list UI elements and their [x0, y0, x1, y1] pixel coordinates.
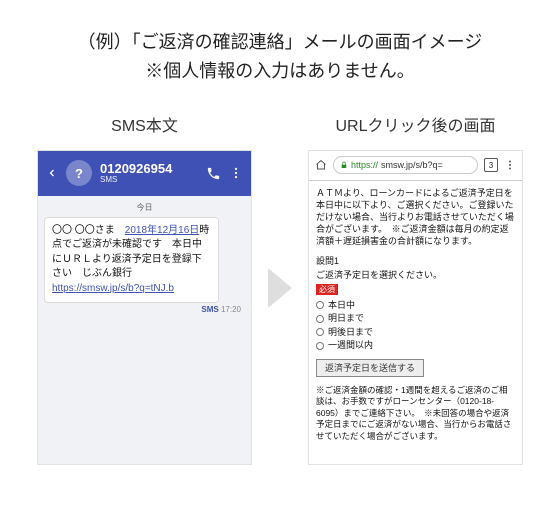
back-arrow-icon[interactable] — [46, 167, 58, 179]
option[interactable]: 明日まで — [316, 312, 515, 326]
sms-header: ? 0120926954 SMS — [38, 151, 251, 196]
avatar: ? — [66, 160, 92, 186]
sms-time: SMS 17:20 — [44, 303, 245, 314]
option-label: 明後日まで — [328, 326, 373, 340]
option-label: 本日中 — [328, 299, 355, 313]
sms-msg-date: 2018年12月16日 — [125, 225, 200, 236]
sms-phone: ? 0120926954 SMS 今日 〇〇 〇〇さま 2018年12月16日時… — [37, 150, 252, 465]
question-number: 設問1 — [316, 255, 515, 267]
sms-today: 今日 — [44, 202, 245, 213]
option-label: 一週間以内 — [328, 339, 373, 353]
radio-icon — [316, 328, 324, 336]
intro-paragraph: ＡＴＭより、ローンカードによるご返済予定日を本日中に以下より、ご選択ください。ご… — [316, 187, 515, 248]
right-label: URLクリック後の画面 — [308, 112, 523, 136]
sms-time-label: SMS — [201, 305, 218, 314]
right-column: URLクリック後の画面 https://smsw.jp/s/b?q= 3 ＡＴＭ… — [308, 112, 523, 465]
radio-icon — [316, 301, 324, 309]
lock-icon — [340, 161, 348, 169]
arrow-icon — [266, 264, 294, 312]
avatar-glyph: ? — [75, 166, 83, 181]
browser-phone: https://smsw.jp/s/b?q= 3 ＡＴＭより、ローンカードによる… — [308, 150, 523, 465]
sms-bubble: 〇〇 〇〇さま 2018年12月16日時点でご返済が未確認です 本日中にＵＲＬよ… — [44, 217, 219, 304]
heading: （例）「ご返済の確認連絡」メールの画面イメージ ※個人情報の入力はありません。 — [24, 28, 536, 86]
left-label: SMS本文 — [37, 112, 252, 136]
browser-header: https://smsw.jp/s/b?q= 3 — [309, 151, 522, 181]
home-icon[interactable] — [315, 159, 327, 171]
radio-icon — [316, 342, 324, 350]
left-column: SMS本文 ? 0120926954 SMS 今日 〇〇 〇〇さま 2018年1… — [37, 112, 252, 465]
tab-count-value: 3 — [489, 161, 493, 170]
required-badge: 必須 — [316, 284, 338, 295]
url-bar[interactable]: https://smsw.jp/s/b?q= — [333, 156, 478, 174]
footnote: ※ご返済金額の確認・1週間を超えるご返済のご相談は、お手数ですがローンセンター（… — [316, 385, 515, 442]
sms-time-value: 17:20 — [221, 305, 241, 314]
radio-icon — [316, 315, 324, 323]
option[interactable]: 本日中 — [316, 299, 515, 313]
options: 本日中 明日まで 明後日まで 一週間以内 — [316, 299, 515, 353]
option-label: 明日まで — [328, 312, 364, 326]
browser-body: ＡＴＭより、ローンカードによるご返済予定日を本日中に以下より、ご選択ください。ご… — [309, 181, 522, 448]
more-icon[interactable] — [229, 166, 243, 180]
url-proto: https:// — [351, 160, 378, 170]
url-rest: smsw.jp/s/b?q= — [381, 160, 443, 170]
question-text: ご返済予定日を選択ください。 — [316, 269, 515, 281]
tab-count[interactable]: 3 — [484, 158, 498, 172]
browser-more-icon[interactable] — [504, 159, 516, 171]
sms-title: 0120926954 SMS — [100, 162, 198, 185]
heading-line2: ※個人情報の入力はありません。 — [24, 57, 536, 86]
submit-button[interactable]: 返済予定日を送信する — [316, 359, 424, 377]
sms-body: 今日 〇〇 〇〇さま 2018年12月16日時点でご返済が未確認です 本日中にＵ… — [38, 196, 251, 464]
phone-icon[interactable] — [206, 166, 221, 181]
heading-line1: （例）「ご返済の確認連絡」メールの画面イメージ — [24, 28, 536, 57]
sms-phone-number: 0120926954 — [100, 162, 198, 176]
option[interactable]: 明後日まで — [316, 326, 515, 340]
sms-sub: SMS — [100, 176, 198, 185]
sms-msg-pre: 〇〇 〇〇さま — [52, 225, 125, 236]
columns-row: SMS本文 ? 0120926954 SMS 今日 〇〇 〇〇さま 2018年1… — [24, 112, 536, 465]
sms-link[interactable]: https://smsw.jp/s/b?q=tNJ.b — [52, 283, 174, 294]
option[interactable]: 一週間以内 — [316, 339, 515, 353]
